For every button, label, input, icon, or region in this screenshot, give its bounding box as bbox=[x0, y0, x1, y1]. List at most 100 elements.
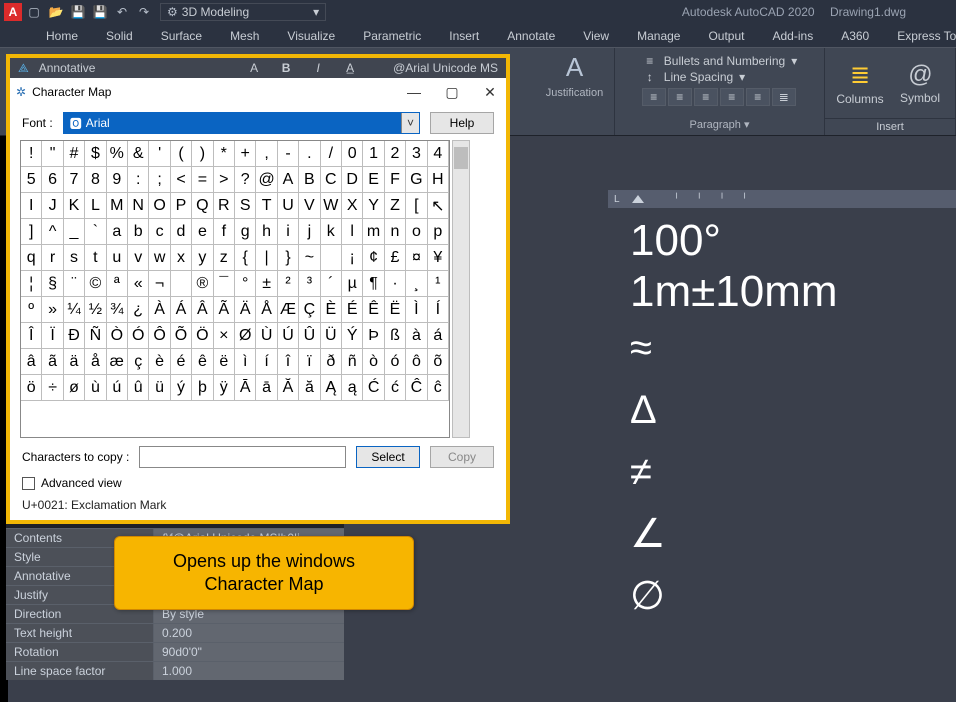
char-cell[interactable]: U bbox=[278, 193, 299, 219]
char-cell[interactable]: f bbox=[214, 219, 235, 245]
char-cell[interactable]: i bbox=[278, 219, 299, 245]
char-cell[interactable]: L bbox=[85, 193, 106, 219]
char-cell[interactable]: Î bbox=[21, 323, 42, 349]
char-cell[interactable]: [ bbox=[406, 193, 427, 219]
advanced-view-checkbox[interactable]: Advanced view bbox=[22, 476, 494, 490]
char-cell[interactable]: P bbox=[171, 193, 192, 219]
chevron-down-icon[interactable]: ▾ bbox=[744, 119, 750, 131]
char-cell[interactable]: Q bbox=[192, 193, 213, 219]
char-cell[interactable]: ± bbox=[256, 271, 277, 297]
char-cell[interactable]: # bbox=[64, 141, 85, 167]
prop-value[interactable]: 0.200 bbox=[154, 624, 344, 642]
close-button[interactable]: ✕ bbox=[480, 84, 500, 101]
redo-icon[interactable]: ↷ bbox=[136, 4, 152, 20]
char-cell[interactable]: Ï bbox=[42, 323, 63, 349]
save-icon[interactable]: 💾 bbox=[70, 4, 86, 20]
char-cell[interactable]: ñ bbox=[342, 349, 363, 375]
char-cell[interactable]: K bbox=[64, 193, 85, 219]
char-cell[interactable]: } bbox=[278, 245, 299, 271]
char-cell[interactable]: Á bbox=[171, 297, 192, 323]
italic-icon[interactable]: I bbox=[307, 61, 329, 75]
char-cell[interactable]: Þ bbox=[363, 323, 384, 349]
char-cell[interactable]: Â bbox=[192, 297, 213, 323]
char-cell[interactable]: ä bbox=[64, 349, 85, 375]
align-more-button[interactable]: ≣ bbox=[772, 88, 796, 106]
justification-icon[interactable]: A bbox=[566, 52, 583, 83]
char-cell[interactable] bbox=[321, 245, 342, 271]
char-cell[interactable]: ¿ bbox=[128, 297, 149, 323]
align-justify-button[interactable]: ≡ bbox=[720, 88, 744, 106]
char-cell[interactable]: : bbox=[128, 167, 149, 193]
workspace-dropdown[interactable]: ⚙ 3D Modeling ▾ bbox=[160, 3, 326, 21]
char-cell[interactable]: ó bbox=[385, 349, 406, 375]
chevron-down-icon[interactable]: ˅ bbox=[401, 113, 419, 133]
char-cell[interactable]: * bbox=[214, 141, 235, 167]
char-cell[interactable]: I bbox=[21, 193, 42, 219]
props-row[interactable]: Line space factor1.000 bbox=[6, 661, 344, 680]
char-cell[interactable]: c bbox=[149, 219, 170, 245]
char-cell[interactable]: Ñ bbox=[85, 323, 106, 349]
mtext-content[interactable]: 100° 1m±10mm ≈Δ≠∠∅ bbox=[630, 216, 838, 627]
symbol-button[interactable]: @ Symbol bbox=[893, 52, 947, 114]
char-cell[interactable]: r bbox=[42, 245, 63, 271]
char-cell[interactable]: · bbox=[385, 271, 406, 297]
char-cell[interactable]: ! bbox=[21, 141, 42, 167]
char-cell[interactable]: _ bbox=[64, 219, 85, 245]
new-icon[interactable]: ▢ bbox=[26, 4, 42, 20]
char-cell[interactable]: T bbox=[256, 193, 277, 219]
maximize-button[interactable]: ▢ bbox=[442, 84, 462, 101]
char-cell[interactable]: ² bbox=[278, 271, 299, 297]
char-cell[interactable]: â bbox=[21, 349, 42, 375]
char-cell[interactable]: § bbox=[42, 271, 63, 297]
char-cell[interactable]: Æ bbox=[278, 297, 299, 323]
char-cell[interactable]: ú bbox=[107, 375, 128, 401]
char-cell[interactable]: û bbox=[128, 375, 149, 401]
char-cell[interactable]: ¾ bbox=[107, 297, 128, 323]
char-cell[interactable]: ð bbox=[321, 349, 342, 375]
char-cell[interactable]: | bbox=[256, 245, 277, 271]
char-cell[interactable]: % bbox=[107, 141, 128, 167]
char-cell[interactable]: V bbox=[299, 193, 320, 219]
help-button[interactable]: Help bbox=[430, 112, 494, 134]
minimize-button[interactable]: — bbox=[404, 84, 424, 101]
char-cell[interactable]: Ù bbox=[256, 323, 277, 349]
char-cell[interactable]: Ê bbox=[363, 297, 384, 323]
char-cell[interactable]: ª bbox=[107, 271, 128, 297]
char-cell[interactable]: ù bbox=[85, 375, 106, 401]
tab-output[interactable]: Output bbox=[694, 24, 758, 47]
tab-mesh[interactable]: Mesh bbox=[216, 24, 273, 47]
char-cell[interactable]: ( bbox=[171, 141, 192, 167]
char-cell[interactable]: y bbox=[192, 245, 213, 271]
char-cell[interactable]: ? bbox=[235, 167, 256, 193]
char-cell[interactable]: $ bbox=[85, 141, 106, 167]
char-cell[interactable]: é bbox=[171, 349, 192, 375]
char-cell[interactable]: n bbox=[385, 219, 406, 245]
char-cell[interactable]: º bbox=[21, 297, 42, 323]
char-cell[interactable]: ¶ bbox=[363, 271, 384, 297]
char-cell[interactable]: å bbox=[85, 349, 106, 375]
annotative-icon[interactable]: ⟁ bbox=[18, 61, 29, 76]
char-cell[interactable]: ½ bbox=[85, 297, 106, 323]
font-family-dropdown[interactable]: @Arial Unicode MS bbox=[393, 61, 498, 75]
char-cell[interactable]: ´ bbox=[321, 271, 342, 297]
char-cell[interactable]: 7 bbox=[64, 167, 85, 193]
char-cell[interactable]: b bbox=[128, 219, 149, 245]
ruler-tab-marker[interactable] bbox=[632, 195, 644, 203]
underline-icon[interactable]: A̲ bbox=[339, 61, 361, 75]
char-cell[interactable]: Ë bbox=[385, 297, 406, 323]
char-cell[interactable]: @ bbox=[256, 167, 277, 193]
char-cell[interactable]: õ bbox=[428, 349, 449, 375]
char-cell[interactable]: M bbox=[107, 193, 128, 219]
align-right-button[interactable]: ≡ bbox=[694, 88, 718, 106]
char-cell[interactable]: 4 bbox=[428, 141, 449, 167]
char-cell[interactable]: q bbox=[21, 245, 42, 271]
char-cell[interactable]: ↖ bbox=[428, 193, 449, 219]
bullets-button[interactable]: ≡ Bullets and Numbering ▾ bbox=[642, 54, 797, 68]
char-cell[interactable]: ò bbox=[363, 349, 384, 375]
char-cell[interactable]: B bbox=[299, 167, 320, 193]
char-cell[interactable]: " bbox=[42, 141, 63, 167]
char-cell[interactable]: < bbox=[171, 167, 192, 193]
char-cell[interactable]: k bbox=[321, 219, 342, 245]
char-cell[interactable]: 3 bbox=[406, 141, 427, 167]
char-cell[interactable]: N bbox=[128, 193, 149, 219]
